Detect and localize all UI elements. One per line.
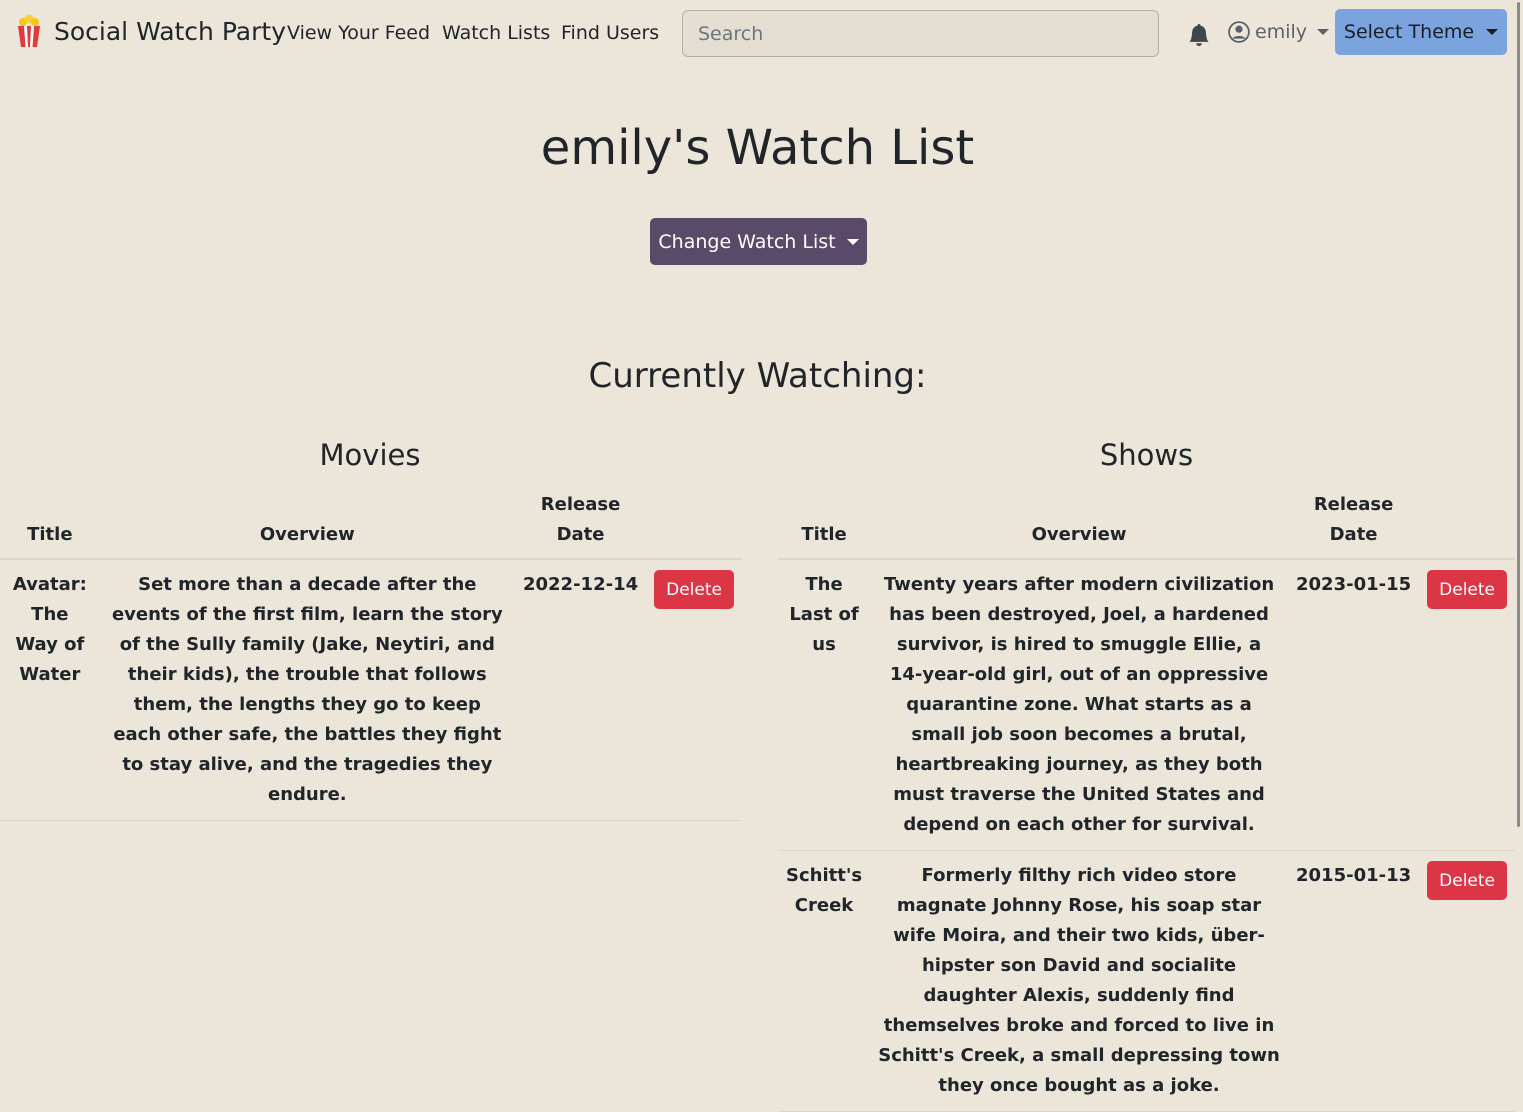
movies-table: Title Overview Release Date Avatar: The …: [0, 490, 742, 821]
shows-header-row: Title Overview Release Date: [778, 490, 1515, 560]
show-overview: Formerly filthy rich video store magnate…: [870, 850, 1288, 1112]
user-menu[interactable]: emily: [1228, 21, 1329, 43]
chevron-down-icon: [1486, 29, 1499, 35]
select-theme-label: Select Theme: [1343, 21, 1475, 43]
delete-button[interactable]: Delete: [1427, 570, 1507, 609]
show-title: Schitt's Creek: [778, 850, 871, 1112]
select-theme-button[interactable]: Select Theme: [1335, 9, 1507, 55]
bell-icon[interactable]: [1188, 24, 1210, 46]
show-release-date: 2023-01-15: [1288, 559, 1420, 851]
action-cell: Delete: [1419, 559, 1515, 851]
nav-link-feed[interactable]: View Your Feed: [287, 22, 430, 44]
column-header-release-date: Release Date: [1288, 490, 1420, 560]
chevron-down-icon: [1317, 29, 1329, 35]
change-watch-list-button[interactable]: Change Watch List: [650, 218, 867, 265]
section-title: Currently Watching:: [588, 356, 927, 396]
nav-link-watch-lists[interactable]: Watch Lists: [442, 22, 550, 44]
shows-title: Shows: [1099, 438, 1194, 472]
show-title: The Last of us: [778, 559, 871, 851]
brand-text: Social Watch Party: [54, 16, 286, 46]
user-circle-icon: [1228, 21, 1250, 43]
movies-header-row: Title Overview Release Date: [0, 490, 742, 560]
shows-table: Title Overview Release Date The Last of …: [778, 490, 1515, 1112]
column-header-title: Title: [0, 490, 100, 560]
action-cell: Delete: [1419, 850, 1515, 1112]
table-row: Avatar: The Way of Water Set more than a…: [0, 559, 742, 821]
movie-release-date: 2022-12-14: [514, 559, 647, 821]
column-header-actions: [646, 490, 742, 560]
scrollbar-thumb[interactable]: [1517, 2, 1520, 827]
table-row: The Last of us Twenty years after modern…: [778, 559, 1515, 851]
brand-link[interactable]: Social Watch Party: [16, 14, 286, 48]
column-header-overview: Overview: [870, 490, 1288, 560]
nav-link-find-users[interactable]: Find Users: [561, 22, 659, 44]
show-release-date: 2015-01-13: [1288, 850, 1420, 1112]
change-watch-list-label: Change Watch List: [658, 230, 836, 253]
search-input[interactable]: [682, 10, 1159, 57]
column-header-title: Title: [778, 490, 871, 560]
movies-title: Movies: [319, 438, 421, 472]
movie-title: Avatar: The Way of Water: [0, 559, 100, 821]
action-cell: Delete: [646, 559, 742, 821]
scrollbar[interactable]: [1515, 0, 1523, 1058]
popcorn-icon: [18, 14, 40, 47]
movie-overview: Set more than a decade after the events …: [99, 559, 515, 821]
show-overview: Twenty years after modern civilization h…: [870, 559, 1288, 851]
delete-button[interactable]: Delete: [654, 570, 734, 609]
chevron-down-icon: [846, 238, 859, 245]
delete-button[interactable]: Delete: [1427, 861, 1507, 900]
navbar: Social Watch Party View Your Feed Watch …: [0, 0, 1515, 70]
column-header-actions: [1419, 490, 1515, 560]
column-header-overview: Overview: [99, 490, 515, 560]
page-title: emily's Watch List: [540, 120, 975, 176]
column-header-release-date: Release Date: [514, 490, 647, 560]
table-row: Schitt's Creek Formerly filthy rich vide…: [778, 850, 1515, 1112]
user-name: emily: [1255, 21, 1307, 43]
